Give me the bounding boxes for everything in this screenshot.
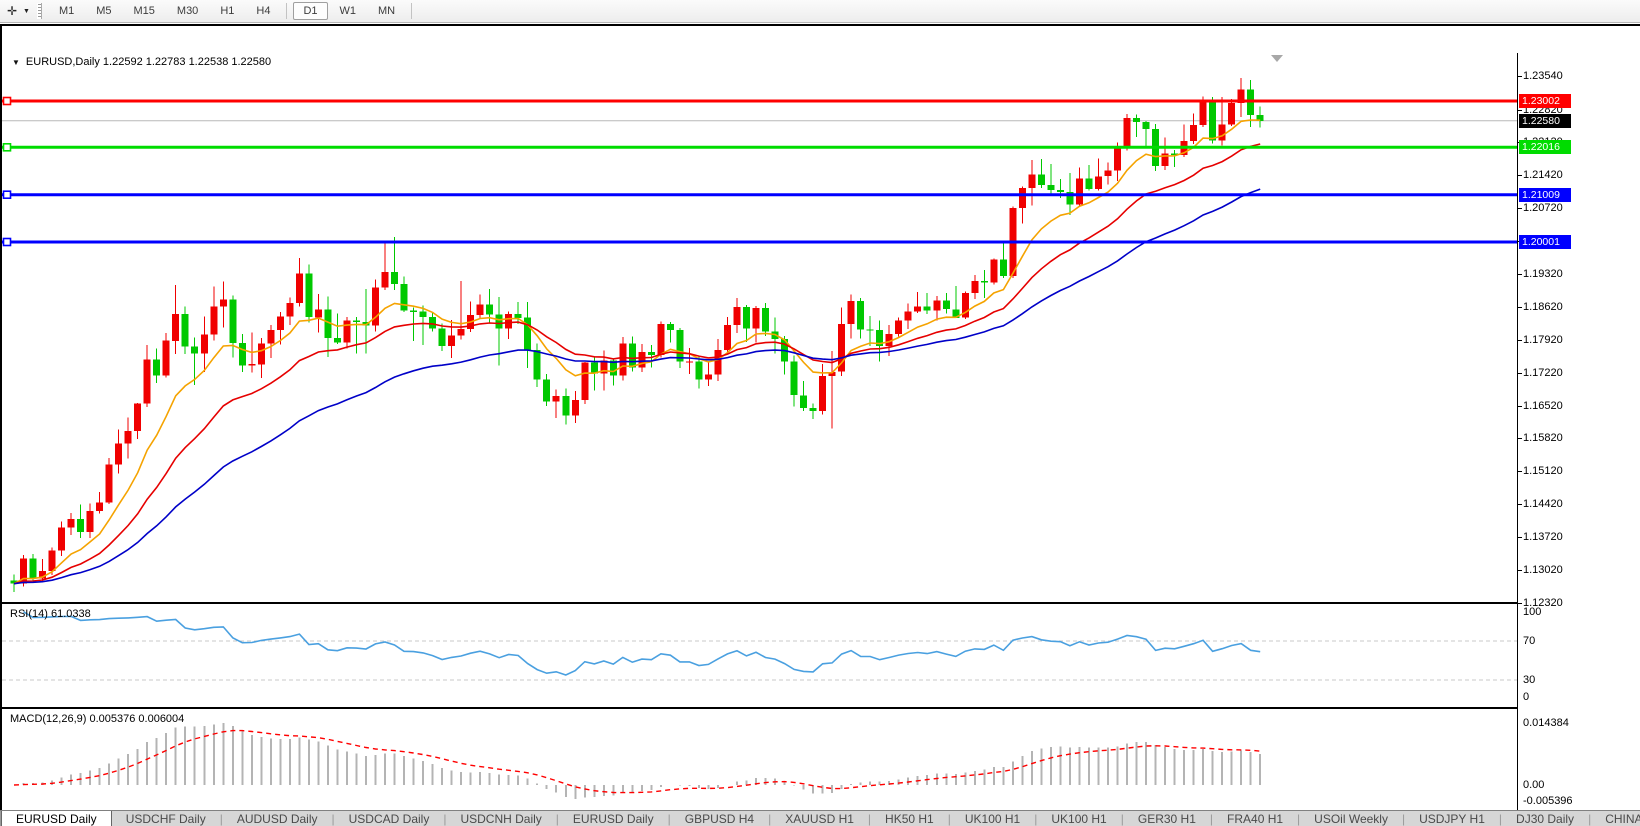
rsi-tick-label: 70 [1523, 635, 1535, 647]
toolbar-drag-handle[interactable] [37, 3, 42, 19]
hline-handle[interactable] [4, 98, 11, 105]
chart-title-text: EURUSD,Daily 1.22592 1.22783 1.22538 1.2… [26, 56, 271, 68]
price-tick-label: 1.16520 [1523, 400, 1563, 412]
macd-chart[interactable] [2, 709, 1517, 813]
toolbar-separator [286, 3, 287, 19]
rsi-line [24, 612, 1261, 675]
hline-price-tag[interactable]: 1.20001 [1519, 235, 1571, 249]
tab-hk50-h1[interactable]: HK50 H1 [871, 811, 948, 826]
current-price-tag: 1.22580 [1519, 114, 1571, 128]
price-tick-label: 1.19320 [1523, 268, 1563, 280]
price-tick-label: 1.20720 [1523, 202, 1563, 214]
hline-handle[interactable] [4, 191, 11, 198]
timeframe-m5[interactable]: M5 [86, 2, 121, 20]
price-tick-label: 1.21420 [1523, 169, 1563, 181]
price-tick-label: 1.14420 [1523, 498, 1563, 510]
price-tick [1517, 175, 1522, 176]
tab-eurusd-daily[interactable]: EURUSD Daily [1, 811, 112, 826]
rsi-panel[interactable] [2, 604, 1517, 709]
price-tick [1517, 603, 1522, 604]
tab-usdchf-daily[interactable]: USDCHF Daily [112, 811, 220, 826]
price-tick [1517, 208, 1522, 209]
price-tick [1517, 570, 1522, 571]
hline-price-tag[interactable]: 1.23002 [1519, 94, 1571, 108]
price-tick [1517, 373, 1522, 374]
cursor-dropdown-icon[interactable]: ▼ [23, 8, 30, 15]
macd-tick-label: 0.00 [1523, 779, 1544, 791]
price-tick [1517, 438, 1522, 439]
tab-fra40-h1[interactable]: FRA40 H1 [1213, 811, 1297, 826]
hline-price-tag[interactable]: 1.22016 [1519, 140, 1571, 154]
price-tick-label: 1.13720 [1523, 531, 1563, 543]
candlestick-chart[interactable] [2, 53, 1517, 602]
timeframe-h4[interactable]: H4 [246, 2, 280, 20]
timeframe-d1[interactable]: D1 [293, 2, 327, 20]
symbol-tab-bar: EURUSD DailyUSDCHF Daily|AUDUSD Daily|US… [0, 810, 1640, 826]
main-price-panel[interactable] [2, 53, 1517, 604]
price-tick-label: 1.17220 [1523, 367, 1563, 379]
price-tick [1517, 406, 1522, 407]
timeframe-toolbar: ✛ ▼ M1M5M15M30H1H4 D1W1MN [0, 0, 1640, 23]
tab-dj30-daily[interactable]: DJ30 Daily [1502, 811, 1588, 826]
tab-china300-h1[interactable]: CHINA300 H1 [1591, 811, 1640, 826]
timeframe-h1[interactable]: H1 [210, 2, 244, 20]
rsi-tick-label: 30 [1523, 674, 1535, 686]
timeframe-m1[interactable]: M1 [49, 2, 84, 20]
tab-xauusd-h1[interactable]: XAUUSD H1 [771, 811, 868, 826]
rsi-tick-label: 0 [1523, 691, 1529, 703]
macd-histogram [14, 723, 1260, 799]
rsi-tick-label: 100 [1523, 606, 1541, 618]
chart-title: ▼ EURUSD,Daily 1.22592 1.22783 1.22538 1… [12, 56, 271, 68]
tab-usoil-weekly[interactable]: USOil Weekly [1300, 811, 1402, 826]
price-tick [1517, 307, 1522, 308]
price-tick [1517, 537, 1522, 538]
tab-uk100-h1[interactable]: UK100 H1 [1037, 811, 1120, 826]
price-tick-label: 1.13020 [1523, 564, 1563, 576]
macd-tick-label: 0.014384 [1523, 717, 1569, 729]
hline-price-tag[interactable]: 1.21009 [1519, 188, 1571, 202]
timeframe-mn[interactable]: MN [368, 2, 405, 20]
symbol-tabs: EURUSD DailyUSDCHF Daily|AUDUSD Daily|US… [1, 811, 1640, 826]
macd-indicator-label: MACD(12,26,9) 0.005376 0.006004 [10, 713, 184, 725]
price-tick [1517, 471, 1522, 472]
tab-gbpusd-h4[interactable]: GBPUSD H4 [671, 811, 768, 826]
macd-signal-line [14, 731, 1260, 793]
tab-uk100-h1[interactable]: UK100 H1 [951, 811, 1034, 826]
rsi-chart[interactable] [2, 604, 1517, 707]
macd-panel[interactable] [2, 709, 1517, 814]
price-tick [1517, 340, 1522, 341]
chart-collapse-icon[interactable]: ▼ [12, 58, 20, 67]
timeframe-w1[interactable]: W1 [330, 2, 367, 20]
tab-ger30-h1[interactable]: GER30 H1 [1124, 811, 1210, 826]
rsi-indicator-label: RSI(14) 61.0338 [10, 608, 91, 620]
tab-audusd-daily[interactable]: AUDUSD Daily [223, 811, 332, 826]
tab-eurusd-daily[interactable]: EURUSD Daily [559, 811, 668, 826]
price-tick-label: 1.18620 [1523, 301, 1563, 313]
candles-group [11, 78, 1264, 592]
timeframe-buttons: M1M5M15M30H1H4 D1W1MN [48, 2, 417, 20]
timeframe-m15[interactable]: M15 [124, 2, 165, 20]
price-tick [1517, 504, 1522, 505]
trading-app: ✛ ▼ M1M5M15M30H1H4 D1W1MN ▼ EURUSD,Daily … [0, 0, 1640, 826]
chart-window: ▼ EURUSD,Daily 1.22592 1.22783 1.22538 1… [0, 24, 1640, 810]
chart-shift-marker-icon[interactable] [1271, 55, 1283, 62]
toolbar-separator [411, 3, 412, 19]
price-tick [1517, 110, 1522, 111]
price-tick-label: 1.15120 [1523, 465, 1563, 477]
price-tick [1517, 274, 1522, 275]
tab-usdcnh-daily[interactable]: USDCNH Daily [446, 811, 555, 826]
price-tick [1517, 76, 1522, 77]
hline-handle[interactable] [4, 144, 11, 151]
tab-usdjpy-h1[interactable]: USDJPY H1 [1405, 811, 1499, 826]
price-tick-label: 1.17920 [1523, 334, 1563, 346]
macd-tick-label: -0.005396 [1523, 795, 1573, 807]
hline-handle[interactable] [4, 239, 11, 246]
crosshair-cursor-icon[interactable]: ✛ [2, 2, 22, 20]
price-tick-label: 1.23540 [1523, 70, 1563, 82]
tab-usdcad-daily[interactable]: USDCAD Daily [335, 811, 444, 826]
timeframe-m30[interactable]: M30 [167, 2, 208, 20]
price-tick-label: 1.15820 [1523, 432, 1563, 444]
